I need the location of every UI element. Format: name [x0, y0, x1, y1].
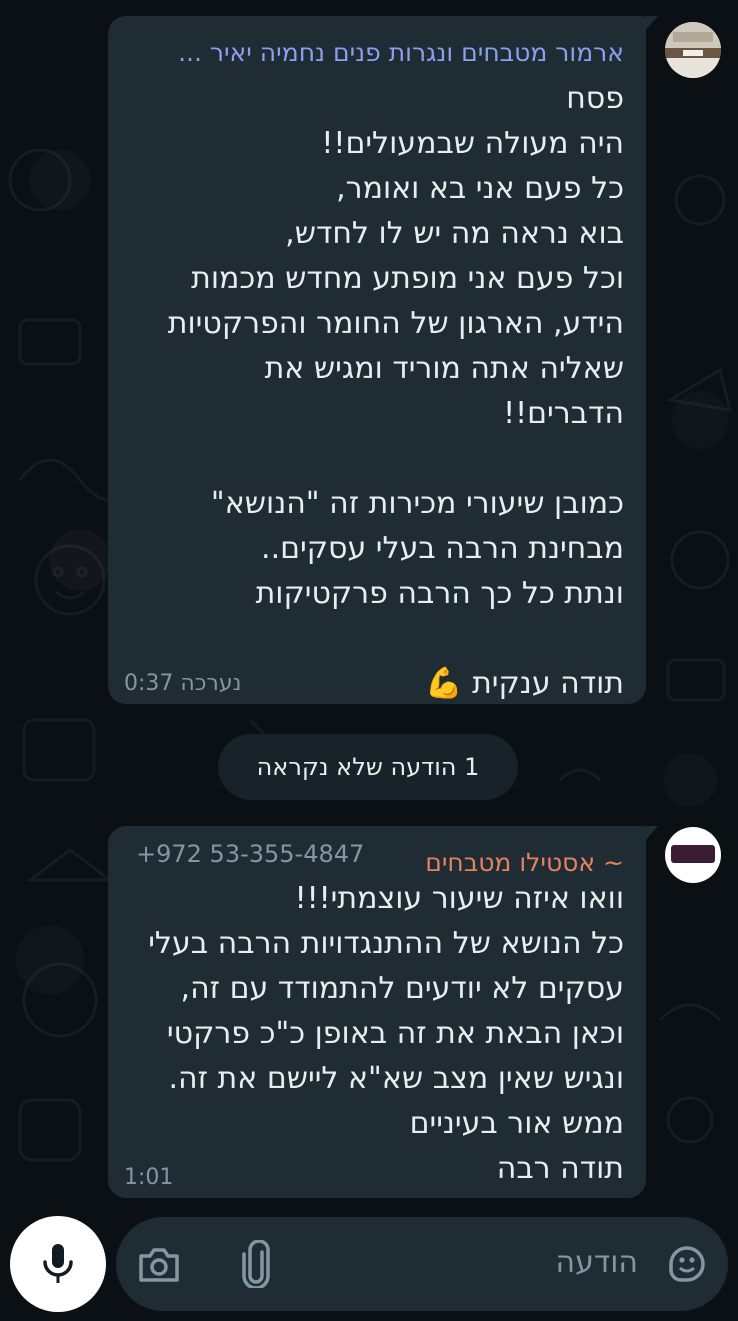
- bubble-tail: [644, 16, 658, 32]
- message-text: וואו איזה שיעור עוצמתי!!! כל הנושא של הה…: [148, 881, 624, 1186]
- sender-name[interactable]: ~ אסטילו מטבחים: [394, 848, 624, 877]
- sender-phone[interactable]: +972 53-355-4847: [136, 840, 364, 868]
- camera-icon[interactable]: [136, 1241, 182, 1287]
- logo-icon: [671, 845, 715, 863]
- message-bubble[interactable]: ~ אסטילו מטבחים +972 53-355-4847 וואו אי…: [108, 826, 658, 1198]
- paperclip-icon[interactable]: [236, 1239, 276, 1289]
- message-timestamp: נערכה 0:37: [124, 671, 242, 696]
- microphone-button[interactable]: [10, 1216, 106, 1312]
- message-input-placeholder[interactable]: הודעה: [555, 1245, 638, 1280]
- message-composer[interactable]: הודעה: [116, 1217, 728, 1311]
- kitchen-photo-icon: [665, 22, 721, 78]
- sender-avatar[interactable]: [665, 827, 721, 883]
- sender-avatar[interactable]: [665, 22, 721, 78]
- message-bubble[interactable]: ארמור מטבחים ונגרות פנים נחמיה יאיר ... …: [108, 16, 658, 704]
- unread-divider: 1 הודעה שלא נקראה: [218, 734, 518, 800]
- sticker-icon[interactable]: [664, 1241, 710, 1287]
- microphone-icon: [43, 1244, 73, 1283]
- bubble-tail: [644, 826, 658, 842]
- chat-screen: ארמור מטבחים ונגרות פנים נחמיה יאיר ... …: [0, 0, 738, 1321]
- message-text: פסח היה מעולה שבמעולים!! כל פעם אני בא ו…: [167, 81, 624, 701]
- message-timestamp: 1:01: [124, 1165, 174, 1190]
- sender-name[interactable]: ארמור מטבחים ונגרות פנים נחמיה יאיר ...: [134, 38, 624, 67]
